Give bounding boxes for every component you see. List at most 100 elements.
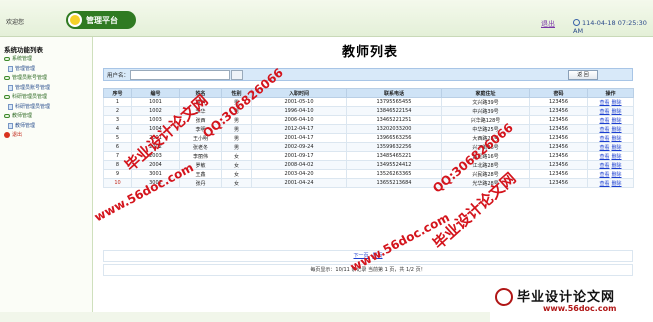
table-row: 7 2003 李丽伟女 2001-09-17 13485465221 昌星路16号 1234… — [103, 151, 634, 161]
table-cell: 江北路28号 — [441, 160, 530, 170]
table-cell: 123456 — [529, 115, 588, 125]
main-content: 教师列表 用户名： 返 回 序号 编号 姓名 性别 入职时间 联系电话 家庭住址 密码 操作 1… — [100, 37, 640, 322]
table-cell: 2001-09-17 — [251, 151, 347, 161]
document-icon — [8, 103, 13, 110]
table-cell: 3 — [103, 115, 132, 125]
table-cell: 123456 — [529, 133, 588, 143]
table-cell: 中华路25号 — [441, 124, 530, 134]
sidebar-item-label: 教师管理 — [12, 113, 33, 119]
sidebar-item[interactable]: 科研管理员管理 — [4, 103, 50, 113]
sidebar: 系统功能列表 系统管理 管理管理 管理员账号管理 管理员账号管理 科研管理员管理 科研管理… — [0, 37, 93, 322]
column-header: 性别 — [221, 88, 252, 98]
table-cell: 男 — [221, 133, 252, 143]
brand-title: 毕业设计论文网 — [517, 290, 616, 305]
view-link[interactable]: 查看 — [599, 172, 609, 178]
logout-link[interactable]: 退出 — [541, 19, 555, 29]
sidebar-item[interactable]: 教师管理 — [4, 122, 50, 132]
table-header-row: 序号 编号 姓名 性别 入职时间 联系电话 家庭住址 密码 操作 — [103, 88, 634, 98]
table-cell: 李华 — [179, 106, 222, 116]
table-cell: 女 — [221, 151, 252, 161]
sidebar-item-label: 科研管理员管理 — [15, 103, 51, 110]
row-actions: 查看 删除 — [587, 178, 634, 188]
sidebar-item[interactable]: 科研管理员管理 — [4, 93, 50, 103]
table-cell: 1003 — [131, 115, 180, 125]
back-button[interactable]: 返 回 — [568, 70, 598, 80]
table-cell: 13599632256 — [346, 142, 442, 152]
app-logo: 管理平台 — [66, 11, 136, 29]
view-link[interactable]: 查看 — [599, 136, 609, 142]
table-cell: 男 — [221, 124, 252, 134]
view-link[interactable]: 查看 — [599, 145, 609, 151]
view-link[interactable]: 查看 — [599, 118, 609, 124]
row-actions: 查看 删除 — [587, 169, 634, 179]
table-cell: 女 — [221, 160, 252, 170]
view-link[interactable]: 查看 — [599, 109, 609, 115]
table-cell: 2006-04-10 — [251, 115, 347, 125]
table-cell: 13966563256 — [346, 133, 442, 143]
delete-link[interactable]: 删除 — [612, 136, 622, 142]
pagination-summary: 每页显示：10/11 条记录 当前第 1 页，共 1/2 页！ — [103, 264, 633, 276]
table-cell: 女 — [221, 178, 252, 188]
table-cell: 123456 — [529, 151, 588, 161]
view-link[interactable]: 查看 — [599, 100, 609, 106]
sidebar-item[interactable]: 退出 — [4, 131, 50, 141]
delete-link[interactable]: 删除 — [612, 172, 622, 178]
view-link[interactable]: 查看 — [599, 154, 609, 160]
delete-link[interactable]: 删除 — [612, 109, 622, 115]
delete-link[interactable]: 删除 — [612, 154, 622, 160]
datetime-text: 114-04-18 07:25:30 AM — [573, 19, 647, 35]
table-cell: 2008-04-02 — [251, 160, 347, 170]
table-row: 1 1001 胡洪男 2001-05-10 13795565455 文兴路39号 12345… — [103, 97, 634, 107]
delete-link[interactable]: 删除 — [612, 163, 622, 169]
delete-link[interactable]: 删除 — [612, 118, 622, 124]
table-cell: 王小明 — [179, 133, 222, 143]
table-cell: 6 — [103, 142, 132, 152]
sidebar-item[interactable]: 管理员账号管理 — [4, 74, 50, 84]
table-cell: 2003 — [131, 151, 180, 161]
table-cell: 9 — [103, 169, 132, 179]
column-header: 入职时间 — [251, 88, 347, 98]
table-cell: 10 — [103, 178, 132, 188]
table-cell: 13202033200 — [346, 124, 442, 134]
table-cell: 8 — [103, 160, 132, 170]
delete-link[interactable]: 删除 — [612, 145, 622, 151]
table-cell: 3002 — [131, 178, 180, 188]
folder-icon — [4, 76, 10, 80]
table-cell: 女 — [221, 169, 252, 179]
folder-icon — [4, 114, 10, 118]
pager: 下一页 尾页 — [103, 250, 633, 262]
table-cell: 123456 — [529, 160, 588, 170]
row-actions: 查看 删除 — [587, 133, 634, 143]
table-cell: 兴丁街26号 — [441, 142, 530, 152]
table-cell: 2001-04-17 — [251, 133, 347, 143]
table-cell: 2012-04-17 — [251, 124, 347, 134]
search-bar: 用户名： 返 回 — [103, 68, 633, 81]
table-row: 8 2004 罗敏女 2008-04-02 13495524412 江北路28号 12345… — [103, 160, 634, 170]
delete-link[interactable]: 删除 — [612, 181, 622, 187]
search-input[interactable] — [130, 70, 230, 80]
table-cell: 1001 — [131, 97, 180, 107]
sidebar-item[interactable]: 管理员账号管理 — [4, 84, 50, 94]
table-cell: 2001-05-10 — [251, 97, 347, 107]
next-page-link[interactable]: 下一页 — [353, 253, 368, 259]
search-button[interactable] — [231, 70, 243, 80]
sidebar-item[interactable]: 系统管理 — [4, 55, 50, 65]
folder-icon — [4, 95, 10, 99]
table-cell: 王鑫 — [179, 169, 222, 179]
delete-link[interactable]: 删除 — [612, 127, 622, 133]
brand-url: www.56doc.com — [543, 304, 617, 313]
table-cell: 男 — [221, 115, 252, 125]
view-link[interactable]: 查看 — [599, 181, 609, 187]
row-actions: 查看 删除 — [587, 142, 634, 152]
view-link[interactable]: 查看 — [599, 163, 609, 169]
table-cell: 4 — [103, 124, 132, 134]
column-header: 编号 — [131, 88, 180, 98]
view-link[interactable]: 查看 — [599, 127, 609, 133]
row-actions: 查看 删除 — [587, 124, 634, 134]
last-page-link[interactable]: 尾页 — [373, 253, 383, 259]
table-cell: 男 — [221, 142, 252, 152]
sidebar-item[interactable]: 管理管理 — [4, 65, 50, 75]
sidebar-item[interactable]: 教师管理 — [4, 112, 50, 122]
delete-link[interactable]: 删除 — [612, 100, 622, 106]
table-row: 10 3002 张丹女 2001-04-24 13655213684 光华路28号 1234… — [103, 178, 634, 188]
